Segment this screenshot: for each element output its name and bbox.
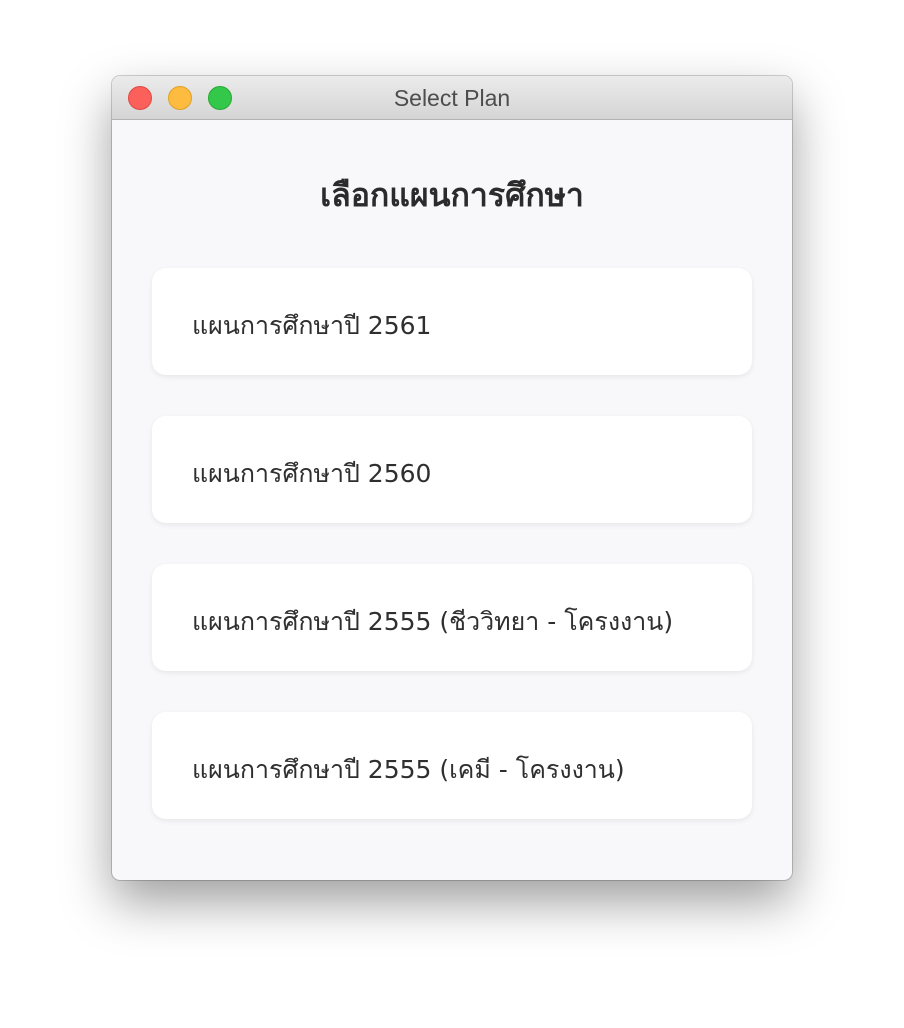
- plan-option-2555-chemistry-project[interactable]: แผนการศึกษาปี 2555 (เคมี - โครงงาน): [152, 712, 752, 819]
- plan-option-label: แผนการศึกษาปี 2560: [192, 459, 432, 488]
- plan-option-label: แผนการศึกษาปี 2555 (เคมี - โครงงาน): [192, 755, 625, 784]
- plan-list: แผนการศึกษาปี 2561 แผนการศึกษาปี 2560 แผ…: [152, 268, 752, 860]
- title-bar[interactable]: Select Plan: [112, 76, 792, 120]
- plan-option-label: แผนการศึกษาปี 2555 (ชีววิทยา - โครงงาน): [192, 607, 674, 636]
- plan-option-label: แผนการศึกษาปี 2561: [192, 311, 432, 340]
- select-plan-window: Select Plan เลือกแผนการศึกษา แผนการศึกษา…: [112, 76, 792, 880]
- plan-option-2555-biology-project[interactable]: แผนการศึกษาปี 2555 (ชีววิทยา - โครงงาน): [152, 564, 752, 671]
- window-title: Select Plan: [393, 85, 511, 111]
- page-heading: เลือกแผนการศึกษา: [320, 176, 584, 214]
- plan-option-2561[interactable]: แผนการศึกษาปี 2561: [152, 268, 752, 375]
- window-content: เลือกแผนการศึกษา แผนการศึกษาปี 2561 แผนก…: [112, 120, 792, 880]
- plan-option-2560[interactable]: แผนการศึกษาปี 2560: [152, 416, 752, 523]
